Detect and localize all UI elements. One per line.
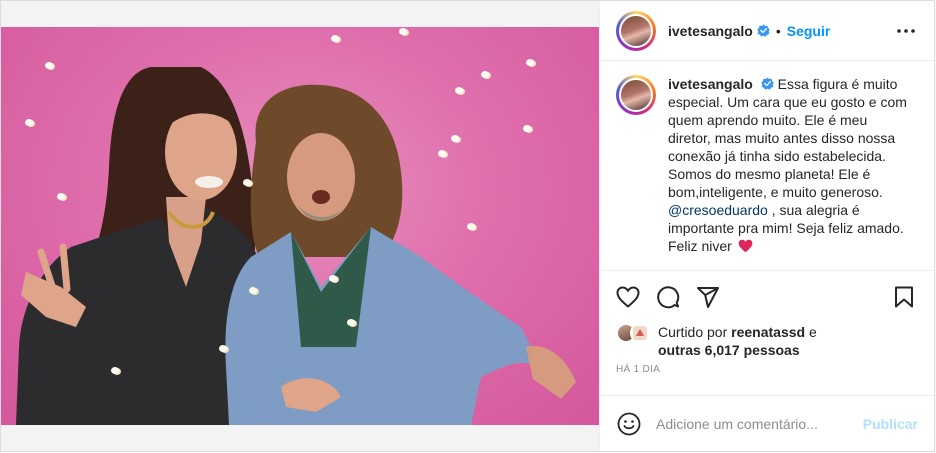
popcorn-piece	[399, 28, 407, 35]
caption-story-ring[interactable]	[616, 75, 656, 115]
popcorn-piece	[219, 345, 227, 352]
comment-input[interactable]	[656, 415, 855, 432]
instagram-post: ivetesangalo • Seguir ivetesangalo Essa …	[0, 0, 935, 452]
caption-text: Essa figura é muito especial. Um cara qu…	[668, 76, 907, 200]
post-timestamp[interactable]: HÁ 1 DIA	[600, 363, 934, 387]
comment-bar: Publicar	[600, 395, 934, 451]
likes-connector: e	[808, 324, 817, 340]
red-heart-icon	[738, 239, 753, 257]
post-header: ivetesangalo • Seguir	[600, 1, 934, 61]
popcorn-piece	[481, 71, 489, 78]
popcorn-piece	[45, 62, 53, 69]
emoji-icon[interactable]	[616, 411, 642, 437]
liker-avatar[interactable]	[630, 323, 650, 343]
bookmark-icon[interactable]	[890, 283, 918, 311]
avatar[interactable]	[619, 13, 653, 48]
post-details: ivetesangalo • Seguir ivetesangalo Essa …	[599, 1, 934, 451]
more-options-icon[interactable]	[894, 19, 918, 43]
story-ring[interactable]	[616, 10, 656, 51]
caption-area: ivetesangalo Essa figura é muito especia…	[600, 61, 934, 271]
post-photo[interactable]	[1, 27, 599, 425]
caption-avatar[interactable]	[619, 78, 653, 112]
likes-others-link[interactable]: outras 6,017 pessoas	[658, 342, 800, 358]
popcorn-piece	[25, 119, 33, 126]
action-bar	[600, 271, 934, 323]
liker-avatars[interactable]	[616, 323, 652, 345]
popcorn-piece	[523, 125, 531, 132]
popcorn-piece	[249, 287, 257, 294]
popcorn-piece	[57, 193, 65, 200]
popcorn-piece	[451, 135, 459, 142]
verified-badge-icon	[761, 77, 774, 90]
liker-username[interactable]: reenatassd	[731, 324, 805, 340]
likes-summary: Curtido por reenatassd e outras 6,017 pe…	[600, 323, 934, 363]
follow-button[interactable]: Seguir	[787, 23, 831, 39]
popcorn-piece	[331, 35, 339, 42]
separator-dot: •	[775, 22, 781, 39]
heart-icon[interactable]	[614, 283, 642, 311]
header-username[interactable]: ivetesangalo	[668, 23, 753, 39]
post-media[interactable]	[1, 1, 599, 451]
likes-text: Curtido por reenatassd e outras 6,017 pe…	[658, 323, 817, 359]
likes-prefix: Curtido por	[658, 324, 728, 340]
post-caption: ivetesangalo Essa figura é muito especia…	[668, 75, 908, 270]
share-icon[interactable]	[694, 283, 722, 311]
caption-username[interactable]: ivetesangalo	[668, 76, 753, 92]
comment-icon[interactable]	[654, 283, 682, 311]
popcorn-piece	[329, 275, 337, 282]
popcorn-piece	[111, 367, 119, 374]
popcorn-piece	[455, 87, 463, 94]
publish-button[interactable]: Publicar	[863, 416, 918, 432]
photo-illustration	[16, 67, 576, 425]
popcorn-piece	[347, 319, 355, 326]
popcorn-piece	[526, 59, 534, 66]
caption-mention-link[interactable]: @cresoeduardo	[668, 202, 768, 218]
popcorn-piece	[438, 150, 446, 157]
verified-badge-icon	[757, 24, 770, 37]
popcorn-piece	[467, 223, 475, 230]
popcorn-piece	[243, 179, 251, 186]
